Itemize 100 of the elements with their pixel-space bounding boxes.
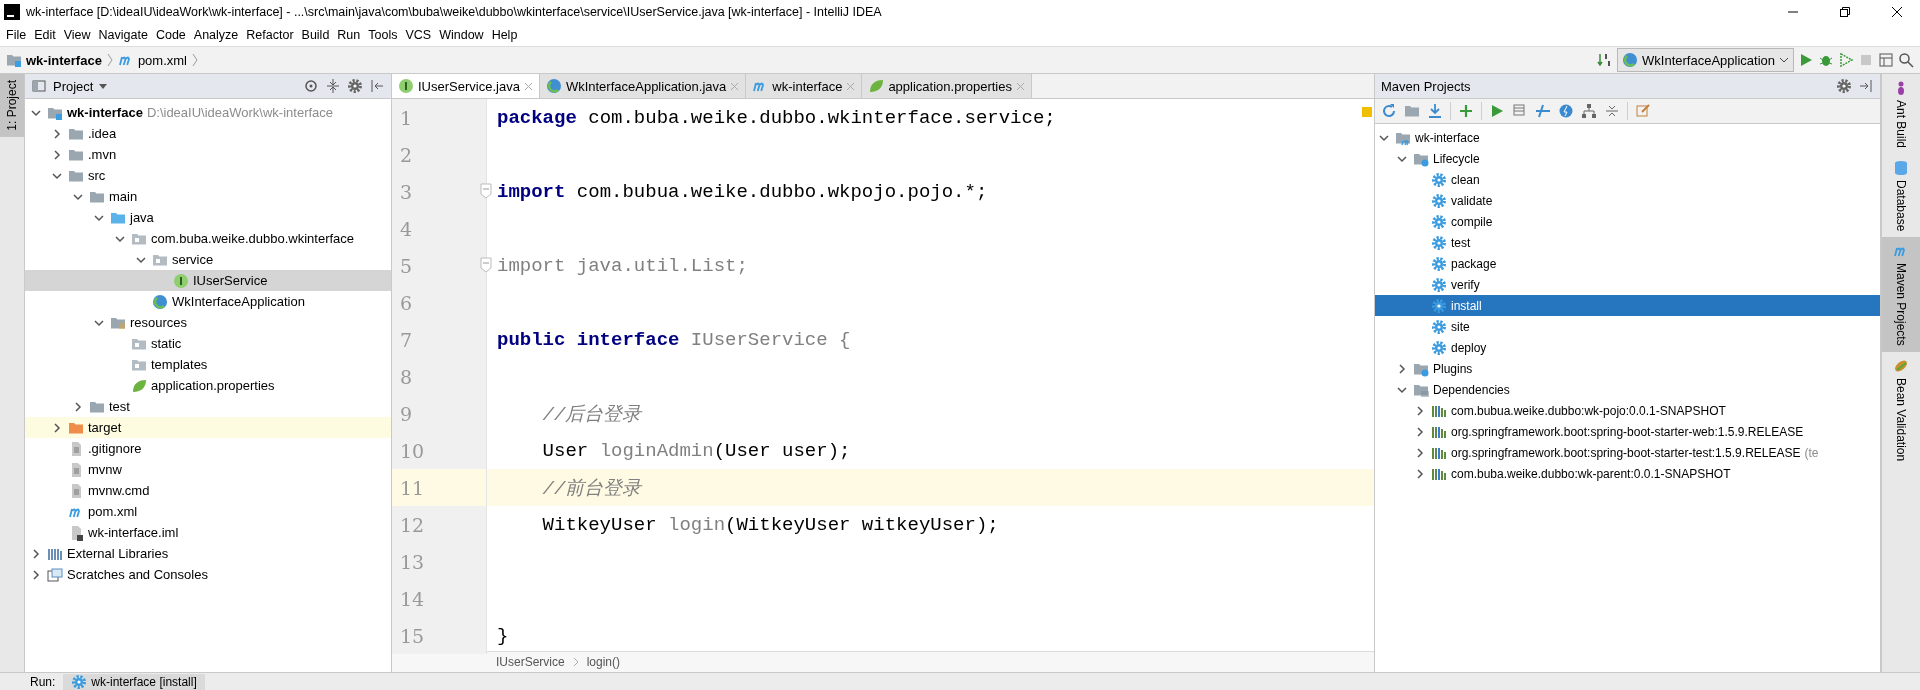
- menu-item[interactable]: Navigate: [94, 28, 152, 42]
- tool-window-tab[interactable]: Ant Build: [1882, 74, 1920, 155]
- breadcrumb-item[interactable]: pom.xml: [137, 52, 187, 68]
- tree-item[interactable]: mvnw.cmd: [25, 480, 391, 501]
- breadcrumb-item[interactable]: wk-interface: [26, 52, 102, 68]
- tree-item[interactable]: clean: [1375, 169, 1880, 190]
- dropdown-arrow-icon[interactable]: [99, 82, 108, 90]
- tree-item[interactable]: org.springframework.boot:spring-boot-starter-web:1.5.9.RELEASE: [1375, 421, 1880, 442]
- tree-item[interactable]: Plugins: [1375, 358, 1880, 379]
- tree-item[interactable]: IUserService: [25, 270, 391, 291]
- menu-item[interactable]: View: [59, 28, 95, 42]
- breadcrumb-item[interactable]: login(): [586, 655, 621, 669]
- editor-tab[interactable]: IUserService.java: [392, 74, 540, 98]
- tree-item[interactable]: .mvn: [25, 144, 391, 165]
- item-label: wk-interface: [67, 105, 143, 120]
- line-number: 2: [399, 143, 413, 166]
- tree-item[interactable]: target: [25, 417, 391, 438]
- download-icon[interactable]: [1427, 103, 1443, 119]
- fold-marker-icon[interactable]: [480, 183, 492, 199]
- tree-item[interactable]: site: [1375, 316, 1880, 337]
- code-line: }: [496, 624, 509, 647]
- editor-tab[interactable]: application.properties: [862, 74, 1032, 98]
- menu-item[interactable]: Build: [297, 28, 334, 42]
- tree-item[interactable]: java: [25, 207, 391, 228]
- menu-item[interactable]: Analyze: [189, 28, 243, 42]
- tree-item[interactable]: wk-interface.iml: [25, 522, 391, 543]
- tool-window-tab[interactable]: Bean Validation: [1882, 352, 1920, 468]
- tool-window-tab[interactable]: Database: [1882, 154, 1920, 238]
- chevron-icon: [105, 52, 114, 68]
- menu-item[interactable]: Tools: [364, 28, 402, 42]
- tree-item[interactable]: WkInterfaceApplication: [25, 291, 391, 312]
- warning-marker-icon[interactable]: [1362, 107, 1372, 117]
- menu-item[interactable]: Run: [333, 28, 365, 42]
- leaf-icon: [868, 78, 885, 94]
- run-icon[interactable]: [1798, 52, 1814, 68]
- editor-tab[interactable]: WkInterfaceApplication.java: [539, 74, 747, 98]
- tree-item[interactable]: .idea: [25, 123, 391, 144]
- menu-item[interactable]: Refactor: [242, 28, 298, 42]
- tree-item[interactable]: wk-interface: [1375, 127, 1880, 148]
- hide-icon[interactable]: [369, 78, 385, 94]
- collapse-all-icon[interactable]: [325, 78, 341, 94]
- menu-item[interactable]: Window: [435, 28, 488, 42]
- tree-item[interactable]: main: [25, 186, 391, 207]
- tree-item[interactable]: templates: [25, 354, 391, 375]
- settings-icon[interactable]: [347, 78, 363, 94]
- menu-item[interactable]: Edit: [30, 28, 60, 42]
- settings-icon[interactable]: [1836, 78, 1852, 94]
- code-line: public interface IUserService {: [496, 328, 851, 351]
- tree-item[interactable]: Scratches and Consoles: [25, 564, 391, 585]
- tool-window-tab[interactable]: 1: Project: [0, 74, 24, 137]
- tree-item[interactable]: pom.xml: [25, 501, 391, 522]
- tree-item[interactable]: com.buba.weike.dubbo.wkinterface: [25, 228, 391, 249]
- item-label: com.bubua.weike.dubbo:wk-pojo:0.0.1-SNAPSHOT: [1451, 403, 1726, 418]
- menu-item[interactable]: VCS: [401, 28, 436, 42]
- breadcrumb-item[interactable]: IUserService: [496, 655, 565, 669]
- menu-item[interactable]: Help: [487, 28, 522, 42]
- tree-item[interactable]: test: [25, 396, 391, 417]
- menu-item[interactable]: Code: [151, 28, 190, 42]
- tree-item[interactable]: org.springframework.boot:spring-boot-starter-test:1.5.9.RELEASE (te: [1375, 442, 1880, 463]
- run-icon[interactable]: [1489, 103, 1505, 119]
- tree-item[interactable]: External Libraries: [25, 543, 391, 564]
- tree-item[interactable]: validate: [1375, 190, 1880, 211]
- locate-icon[interactable]: [303, 78, 319, 94]
- item-label: Dependencies: [1433, 382, 1510, 397]
- editor-tab[interactable]: wk-interface: [746, 74, 863, 98]
- gear-icon: [1431, 255, 1447, 272]
- tree-item[interactable]: .gitignore: [25, 438, 391, 459]
- tree-item[interactable]: com.buba.weike.dubbo:wk-parent:0.0.1-SNAPSHOT: [1375, 463, 1880, 484]
- tree-item[interactable]: wk-interface D:\ideaIU\ideaWork\wk-interface: [25, 102, 391, 123]
- tree-item[interactable]: com.bubua.weike.dubbo:wk-pojo:0.0.1-SNAPSHOT: [1375, 400, 1880, 421]
- tree-item[interactable]: static: [25, 333, 391, 354]
- menu-item[interactable]: File: [2, 28, 31, 42]
- tree-item[interactable]: Dependencies: [1375, 379, 1880, 400]
- refresh-icon[interactable]: [1381, 103, 1397, 119]
- collapse-all-icon[interactable]: [1604, 103, 1620, 119]
- tree-item[interactable]: package: [1375, 253, 1880, 274]
- tree-item[interactable]: application.properties: [25, 375, 391, 396]
- fold-marker-icon[interactable]: [480, 257, 492, 273]
- run-tab[interactable]: wk-interface [install]: [63, 673, 205, 690]
- tree-item[interactable]: compile: [1375, 211, 1880, 232]
- tool-window-tab[interactable]: Maven Projects: [1882, 237, 1920, 353]
- hide-icon[interactable]: [1858, 78, 1874, 94]
- search-icon[interactable]: [1898, 52, 1914, 68]
- tree-item[interactable]: verify: [1375, 274, 1880, 295]
- tree-item[interactable]: resources: [25, 312, 391, 333]
- item-label: wk-interface: [1415, 130, 1480, 145]
- run-configuration-dropdown[interactable]: WkInterfaceApplication: [1617, 48, 1794, 72]
- tree-item[interactable]: install: [1375, 295, 1880, 316]
- tree-item[interactable]: test: [1375, 232, 1880, 253]
- tree-item[interactable]: service: [25, 249, 391, 270]
- diagram-icon[interactable]: [1581, 103, 1597, 119]
- tree-item[interactable]: mvnw: [25, 459, 391, 480]
- panel-title[interactable]: Project: [53, 78, 94, 94]
- project-structure-icon[interactable]: [1878, 52, 1894, 68]
- tree-item[interactable]: src: [25, 165, 391, 186]
- add-icon[interactable]: [1458, 103, 1474, 119]
- coverage-icon[interactable]: [1838, 52, 1854, 68]
- item-hint: (te: [1804, 445, 1819, 460]
- tree-item[interactable]: Lifecycle: [1375, 148, 1880, 169]
- tree-item[interactable]: deploy: [1375, 337, 1880, 358]
